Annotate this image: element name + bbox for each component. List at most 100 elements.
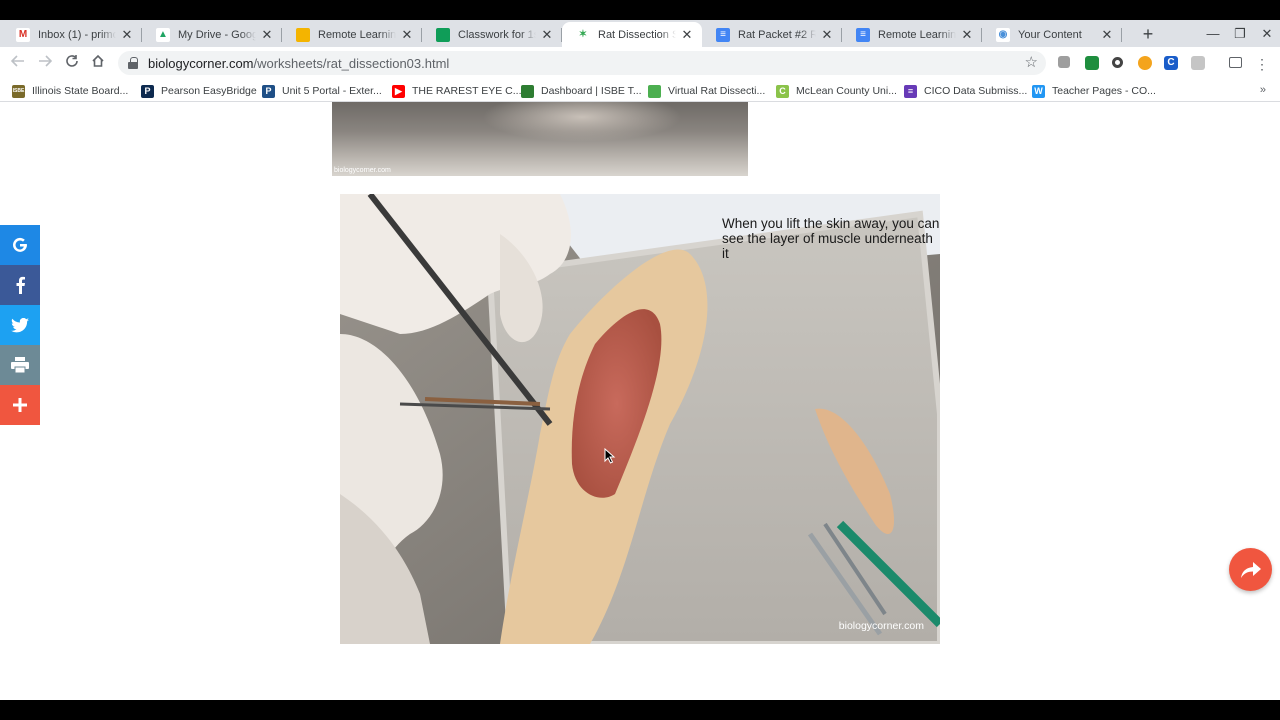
lock-icon (128, 57, 138, 69)
tab-title: Inbox (1) - primoa@ (38, 28, 116, 41)
tab-close-icon[interactable]: ✕ (400, 27, 414, 43)
c-extension-icon[interactable]: C (1164, 56, 1178, 70)
home-icon (92, 54, 104, 67)
home-button[interactable] (87, 53, 109, 75)
content-icon: ◉ (996, 27, 1010, 42)
print-share-button[interactable] (0, 345, 40, 385)
plus-icon (13, 398, 27, 412)
bookmark-label: Illinois State Board... (32, 85, 129, 97)
google-icon (13, 237, 27, 252)
google-docs-icon: ≡ (716, 27, 730, 42)
bookmark-label: Virtual Rat Dissecti... (668, 85, 766, 97)
url-domain: biologycorner.com (148, 55, 254, 71)
new-tab-button[interactable]: + (1138, 24, 1158, 44)
twitter-icon (11, 317, 29, 332)
bookmark-item[interactable]: P Unit 5 Portal - Exter... (262, 83, 382, 99)
tab-close-icon[interactable]: ✕ (680, 27, 694, 43)
reload-icon (66, 55, 78, 67)
bookmark-item[interactable]: Dashboard | ISBE T... (521, 83, 642, 99)
screen-extension-icon[interactable] (1191, 56, 1205, 70)
facebook-share-button[interactable] (0, 265, 40, 305)
tab-title: Rat Dissection Step (598, 28, 676, 41)
chrome-extension-icon[interactable] (1138, 56, 1152, 70)
tab-title: Remote Learning R (878, 28, 956, 41)
restore-button[interactable]: ❐ (1230, 24, 1250, 44)
browser-toolbar: biologycorner.com/worksheets/rat_dissect… (0, 47, 1280, 80)
top-photo-watermark: biologycorner.com (334, 167, 391, 174)
tab-7[interactable]: ≡ Remote Learning R ✕ (842, 22, 982, 47)
screen-top-border (0, 0, 1280, 20)
cast-icon[interactable] (1229, 57, 1242, 68)
forward-button[interactable] (34, 53, 56, 75)
tab-close-icon[interactable]: ✕ (540, 27, 554, 43)
bookmark-item[interactable]: ≡ CICO Data Submiss... (904, 83, 1027, 99)
google-share-button[interactable] (0, 225, 40, 265)
youtube-icon: ▶ (392, 84, 405, 98)
page-content: biologycorner.com When you lift the skin… (0, 102, 1280, 700)
bookmark-item[interactable]: P Pearson EasyBridge (141, 83, 257, 99)
bookmark-label: McLean County Uni... (796, 85, 897, 97)
google-docs-icon: ≡ (856, 27, 870, 42)
screen-bottom-border (0, 700, 1280, 720)
rat-icon (648, 84, 661, 98)
forms-icon: ≡ (904, 84, 917, 98)
google-slides-icon (296, 27, 310, 42)
tab-title: My Drive - Google D (178, 28, 256, 41)
circle-extension-icon[interactable] (1112, 57, 1123, 68)
more-share-button[interactable] (0, 385, 40, 425)
portal-icon: P (262, 84, 275, 98)
mclean-icon: C (776, 84, 789, 98)
classroom-extension-icon[interactable] (1085, 56, 1099, 70)
bookmarks-overflow-button[interactable]: » (1260, 84, 1266, 96)
back-button[interactable] (7, 53, 29, 75)
rat-dissection-photo: When you lift the skin away, you can see… (340, 194, 940, 644)
tab-title: Classwork for 1st H (458, 28, 536, 41)
isbe-icon: ISBE (12, 84, 25, 98)
bookmark-item[interactable]: C McLean County Uni... (776, 83, 897, 99)
tab-4[interactable]: Classwork for 1st H ✕ (422, 22, 562, 47)
url-text: biologycorner.com/worksheets/rat_dissect… (148, 56, 449, 71)
tab-6[interactable]: ≡ Rat Packet #2 Reso ✕ (702, 22, 842, 47)
rat-icon: ✶ (576, 27, 590, 42)
menu-dots-icon[interactable]: ⋮ (1251, 53, 1273, 75)
bookmark-item[interactable]: Virtual Rat Dissecti... (648, 83, 765, 99)
leaf-icon (521, 84, 534, 98)
floating-share-button[interactable] (1229, 548, 1272, 591)
tab-1[interactable]: M Inbox (1) - primoa@ ✕ (2, 22, 142, 47)
tab-title: Your Content (1018, 28, 1082, 41)
tab-3[interactable]: Remote Learning S ✕ (282, 22, 422, 47)
tab-strip: M Inbox (1) - primoa@ ✕ ▲ My Drive - Google … (0, 20, 1280, 47)
bookmark-item[interactable]: ▶ THE RAREST EYE C... (392, 83, 522, 99)
bookmark-label: Dashboard | ISBE T... (541, 85, 642, 97)
tab-2[interactable]: ▲ My Drive - Google D ✕ (142, 22, 282, 47)
reload-button[interactable] (61, 53, 83, 75)
previous-dissection-photo: biologycorner.com (332, 102, 748, 176)
address-bar[interactable]: biologycorner.com/worksheets/rat_dissect… (118, 51, 1046, 75)
tab-close-icon[interactable]: ✕ (960, 27, 974, 43)
bookmark-star-icon[interactable]: ☆ (1025, 53, 1038, 71)
google-drive-icon: ▲ (156, 27, 170, 42)
forward-arrow-icon (39, 55, 53, 67)
extension-icon[interactable] (1058, 56, 1070, 68)
tab-close-icon[interactable]: ✕ (120, 27, 134, 43)
tab-close-icon[interactable]: ✕ (1100, 27, 1114, 43)
bookmark-label: Pearson EasyBridge (161, 85, 257, 97)
bookmark-label: Teacher Pages - CO... (1052, 85, 1156, 97)
bookmark-label: THE RAREST EYE C... (412, 85, 522, 97)
tab-close-icon[interactable]: ✕ (260, 27, 274, 43)
twitter-share-button[interactable] (0, 305, 40, 345)
bookmark-item[interactable]: ISBE Illinois State Board... (12, 83, 128, 99)
bookmark-label: CICO Data Submiss... (924, 85, 1028, 97)
bookmark-item[interactable]: W Teacher Pages - CO... (1032, 83, 1156, 99)
printer-icon (11, 357, 29, 373)
photo-caption: When you lift the skin away, you can see… (722, 216, 940, 261)
tab-title: Remote Learning S (318, 28, 396, 41)
tab-8[interactable]: ◉ Your Content ✕ (982, 22, 1122, 47)
pearson-icon: P (141, 84, 154, 98)
minimize-button[interactable]: — (1203, 24, 1223, 44)
tab-5[interactable]: ✶ Rat Dissection Step ✕ (562, 22, 702, 47)
bookmark-label: Unit 5 Portal - Exter... (282, 85, 382, 97)
tab-close-icon[interactable]: ✕ (820, 27, 834, 43)
facebook-icon (16, 276, 25, 294)
window-close-button[interactable]: ✕ (1257, 24, 1277, 44)
